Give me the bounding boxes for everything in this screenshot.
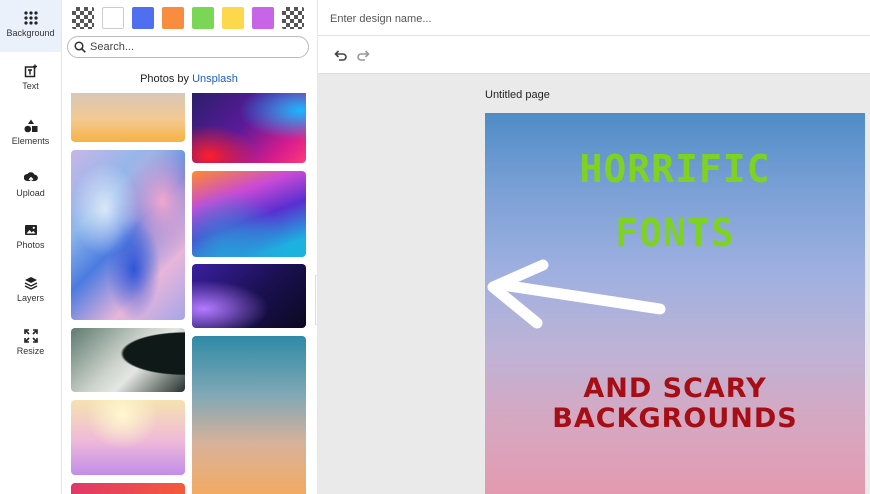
text-add-icon <box>24 64 37 78</box>
upload-icon <box>23 172 38 184</box>
tool-rail: Background Text Elements Upload Photos L… <box>0 0 62 494</box>
undo-icon[interactable] <box>334 48 348 62</box>
redo-icon[interactable] <box>356 48 370 62</box>
photo-thumbnail[interactable] <box>71 93 185 142</box>
headline-line-2[interactable]: FONTS <box>485 211 865 255</box>
design-name-input[interactable] <box>328 9 632 29</box>
photo-thumbnail[interactable] <box>71 328 185 392</box>
search-icon <box>74 41 86 53</box>
top-bar <box>317 0 870 36</box>
photo-thumbnail[interactable] <box>192 171 306 257</box>
rail-resize[interactable]: Resize <box>0 320 61 372</box>
search-input[interactable] <box>67 36 309 58</box>
rail-label: Photos <box>16 240 45 250</box>
rail-text[interactable]: Text <box>0 55 61 107</box>
subheadline-line-1[interactable]: AND SCARY <box>485 373 865 404</box>
design-canvas[interactable]: HORRIFIC FONTS AND SCARY BACKGROUNDS <box>485 113 865 494</box>
history-toolbar <box>317 37 870 74</box>
image-icon <box>24 225 37 235</box>
swatch-custom[interactable] <box>282 7 304 29</box>
unsplash-link[interactable]: Unsplash <box>192 73 238 85</box>
rail-label: Upload <box>16 188 45 198</box>
headline-line-1[interactable]: HORRIFIC <box>485 147 865 191</box>
photo-thumbnail[interactable] <box>192 264 306 328</box>
swatch-yellow[interactable] <box>222 7 244 29</box>
rail-label: Text <box>22 81 39 91</box>
swatch-green[interactable] <box>192 7 214 29</box>
subheadline-line-2[interactable]: BACKGROUNDS <box>485 403 865 434</box>
rail-upload[interactable]: Upload <box>0 162 61 214</box>
rail-photos[interactable]: Photos <box>0 214 61 266</box>
photo-thumbnail[interactable] <box>71 400 185 475</box>
page-title: Untitled page <box>485 89 550 101</box>
swatch-white[interactable] <box>102 7 124 29</box>
rail-label: Layers <box>16 293 44 303</box>
resize-icon <box>23 329 38 343</box>
rail-background[interactable]: Background <box>0 0 61 52</box>
swatch-transparent[interactable] <box>72 7 94 29</box>
photo-credit: Photos by Unsplash <box>62 73 316 85</box>
shapes-icon <box>24 119 37 133</box>
rail-label: Background <box>6 28 55 38</box>
photo-thumbnail[interactable] <box>71 150 185 320</box>
swatch-orange[interactable] <box>162 7 184 29</box>
rail-label: Elements <box>11 136 50 146</box>
photo-thumbnail[interactable] <box>192 336 306 494</box>
swatch-purple[interactable] <box>252 7 274 29</box>
photo-thumbnail[interactable] <box>192 93 306 163</box>
rail-label: Resize <box>16 346 45 356</box>
background-panel: Photos by Unsplash <box>62 0 316 494</box>
rail-layers[interactable]: Layers <box>0 267 61 319</box>
layers-icon <box>24 277 37 290</box>
rail-elements[interactable]: Elements <box>0 110 61 162</box>
swatch-blue[interactable] <box>132 7 154 29</box>
credit-prefix: Photos by <box>140 73 193 85</box>
photo-thumbnail[interactable] <box>71 483 185 494</box>
grid-dots-icon <box>23 11 38 25</box>
